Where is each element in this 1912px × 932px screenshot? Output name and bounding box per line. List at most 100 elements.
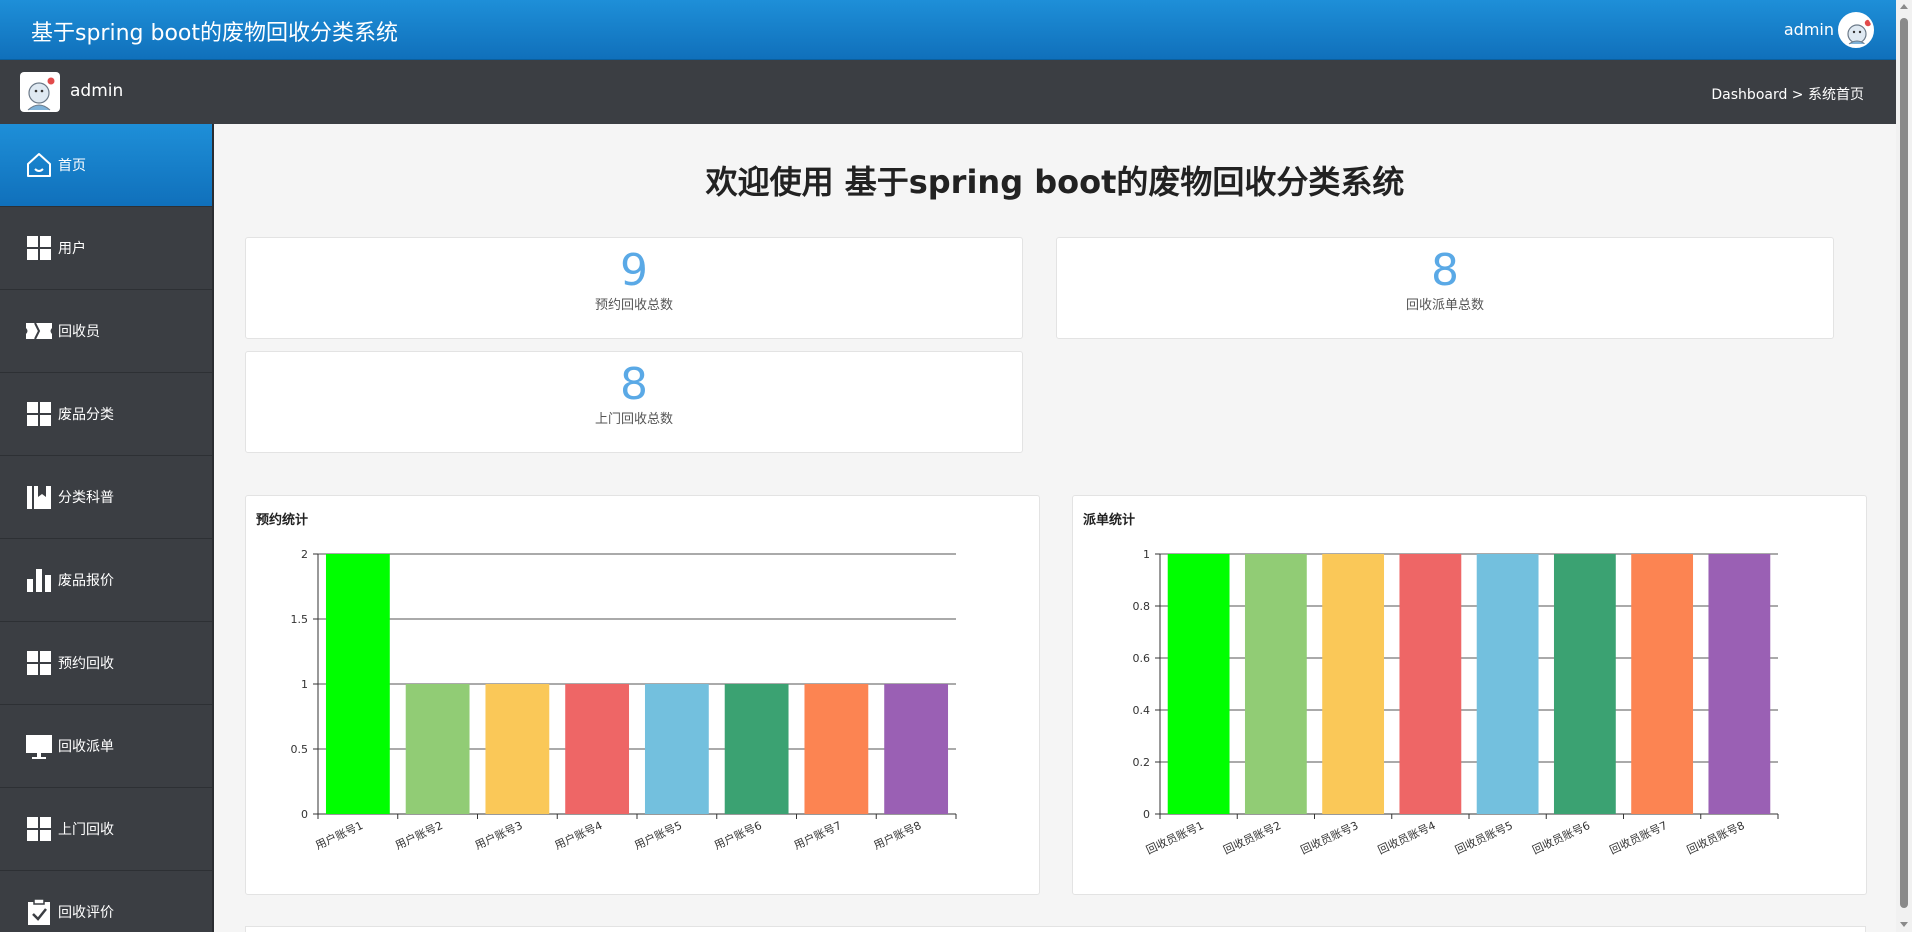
bar [1476, 554, 1539, 814]
x-tick-label: 回收员账号8 [1685, 818, 1747, 857]
bar [1322, 554, 1385, 814]
bar [325, 554, 390, 814]
y-tick-label: 0.8 [1133, 600, 1151, 613]
bar [405, 684, 470, 814]
sidebar-item-waste-category[interactable]: 废品分类 [0, 373, 214, 456]
grid-icon [24, 233, 54, 263]
grid-icon [24, 399, 54, 429]
stat-card-reservations: 9 预约回收总数 [245, 237, 1023, 339]
main-content: 欢迎使用 基于spring boot的废物回收分类系统 9 预约回收总数 8 回… [214, 124, 1896, 932]
sidebar-item-label: 首页 [58, 158, 86, 174]
app-title: 基于spring boot的废物回收分类系统 [31, 21, 398, 46]
scroll-down-icon[interactable] [1900, 922, 1908, 927]
bar [565, 684, 630, 814]
x-tick-label: 用户账号7 [792, 818, 844, 852]
y-tick-label: 2 [301, 548, 308, 561]
x-tick-label: 用户账号1 [313, 818, 365, 852]
sidebar-item-collector[interactable]: 回收员 [0, 290, 214, 373]
sidebar-item-label: 上门回收 [58, 822, 114, 838]
bar [1553, 554, 1616, 814]
sidebar-item-review[interactable]: 回收评价 [0, 871, 214, 932]
sidebar-item-home[interactable]: 首页 [0, 124, 214, 207]
y-tick-label: 0 [1143, 808, 1150, 821]
sidebar-item-label: 用户 [58, 241, 86, 257]
x-tick-label: 用户账号6 [712, 818, 764, 852]
x-tick-label: 回收员账号6 [1530, 818, 1592, 857]
y-tick-label: 0.4 [1133, 704, 1151, 717]
page-scrollbar[interactable] [1896, 0, 1912, 932]
bar [644, 684, 709, 814]
x-tick-label: 回收员账号3 [1298, 818, 1360, 857]
x-tick-label: 用户账号2 [393, 818, 445, 852]
x-tick-label: 回收员账号7 [1607, 818, 1669, 857]
sidebar-item-label: 回收派单 [58, 739, 114, 755]
breadcrumb: Dashboard > 系统首页 [1711, 87, 1864, 103]
sidebar: 首页 用户 回收员 废品分类 分类科普 废品报价 预约回收 回收派单 上门回收 … [0, 124, 214, 932]
monitor-icon [24, 731, 54, 761]
sidebar-item-science[interactable]: 分类科普 [0, 456, 214, 539]
y-tick-label: 1.5 [291, 613, 309, 626]
dispatch-chart-panel: 派单统计 0 0.2 0.4 0.6 0.8 1 回收员账号1 回收员账号2 回收员账号3 回收员… [1072, 495, 1867, 895]
stat-card-dispatches: 8 回收派单总数 [1056, 237, 1834, 339]
sidebar-username: admin [70, 81, 124, 101]
x-tick-label: 用户账号8 [871, 818, 923, 852]
scroll-up-icon[interactable] [1900, 4, 1908, 9]
sidebar-item-label: 回收员 [58, 324, 100, 340]
ticket-icon [24, 316, 54, 346]
top-header: 基于spring boot的废物回收分类系统 admin [0, 0, 1896, 60]
header-username[interactable]: admin [1784, 20, 1834, 39]
scrollbar-thumb[interactable] [1900, 18, 1908, 908]
stat-value: 8 [1431, 245, 1459, 296]
x-tick-label: 回收员账号2 [1221, 818, 1283, 857]
sidebar-item-label: 预约回收 [58, 656, 114, 672]
bookmark-icon [24, 482, 54, 512]
grid-icon [24, 648, 54, 678]
home-icon [24, 150, 54, 180]
sidebar-item-users[interactable]: 用户 [0, 207, 214, 290]
sidebar-item-label: 废品分类 [58, 407, 114, 423]
bar [1399, 554, 1462, 814]
y-tick-label: 0.6 [1133, 652, 1151, 665]
x-tick-label: 回收员账号4 [1376, 818, 1438, 857]
bar [884, 684, 949, 814]
stat-label: 预约回收总数 [594, 298, 673, 313]
stat-value: 8 [620, 359, 648, 410]
y-tick-label: 1 [301, 678, 308, 691]
y-tick-label: 0 [301, 808, 308, 821]
profile-avatar[interactable] [20, 72, 60, 112]
user-avatar[interactable] [1838, 12, 1874, 48]
clipboard-check-icon [24, 897, 54, 927]
avatar-icon [1847, 19, 1872, 45]
x-tick-label: 用户账号5 [632, 818, 684, 852]
reservation-chart-panel: 预约统计 0 0.5 1 1.5 2 用户账号1 用户账号2 用户账号3 用户账号4 用户账号5 用… [245, 495, 1040, 895]
bar [485, 684, 550, 814]
page-title: 欢迎使用 基于spring boot的废物回收分类系统 [705, 163, 1405, 201]
x-tick-label: 用户账号4 [552, 818, 604, 852]
reservation-bar-chart: 0 0.5 1 1.5 2 用户账号1 用户账号2 用户账号3 用户账号4 用户账号5 用户账号6 用… [291, 548, 957, 852]
x-tick-label: 用户账号3 [473, 818, 525, 852]
sidebar-item-reservation[interactable]: 预约回收 [0, 622, 214, 705]
bar [1708, 554, 1771, 814]
sidebar-item-door-collection[interactable]: 上门回收 [0, 788, 214, 871]
dispatch-bar-chart: 0 0.2 0.4 0.6 0.8 1 回收员账号1 回收员账号2 回收员账号3 回收员账号4 回收… [1133, 548, 1779, 857]
stat-label: 上门回收总数 [594, 412, 673, 427]
stat-value: 9 [620, 245, 648, 296]
bar [724, 684, 789, 814]
x-tick-label: 回收员账号1 [1144, 818, 1206, 857]
sidebar-item-dispatch[interactable]: 回收派单 [0, 705, 214, 788]
bar [1631, 554, 1694, 814]
avatar-icon [27, 77, 55, 111]
sub-header: admin Dashboard > 系统首页 [0, 60, 1896, 124]
bar [1167, 554, 1230, 814]
bar-chart-icon [24, 565, 54, 595]
x-tick-label: 回收员账号5 [1453, 818, 1515, 857]
y-tick-label: 0.2 [1133, 756, 1151, 769]
sidebar-item-price[interactable]: 废品报价 [0, 539, 214, 622]
bottom-panel [245, 926, 1866, 932]
y-tick-label: 1 [1143, 548, 1150, 561]
grid-icon [24, 814, 54, 844]
bar [804, 684, 869, 814]
bar [1244, 554, 1307, 814]
stat-label: 回收派单总数 [1405, 298, 1484, 313]
sidebar-item-label: 分类科普 [58, 490, 114, 506]
